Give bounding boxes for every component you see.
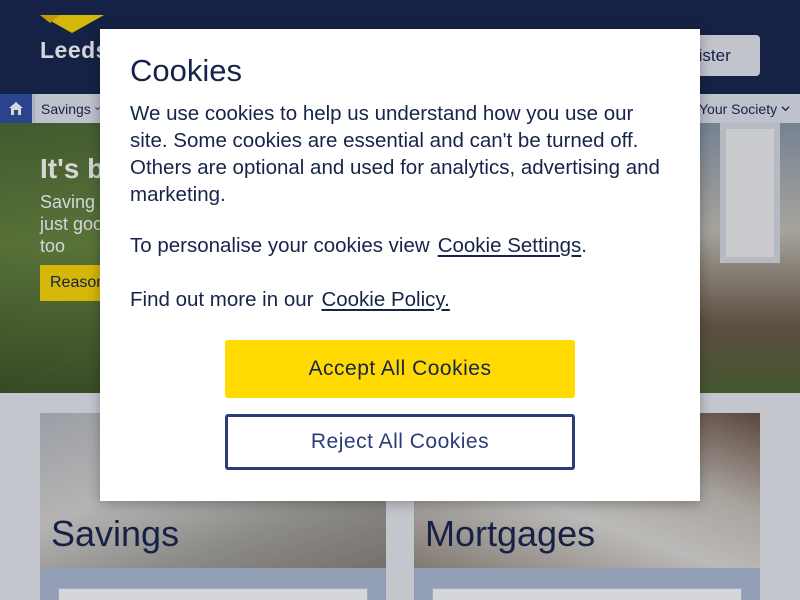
cookie-dialog-body: We use cookies to help us understand how… <box>130 102 660 206</box>
cookie-settings-suffix: . <box>581 234 587 257</box>
cookie-settings-line: To personalise your cookies view Cookie S… <box>130 234 587 258</box>
cookie-settings-prefix: To personalise your cookies view <box>130 234 430 257</box>
cookie-consent-dialog: Cookies We use cookies to help us unders… <box>100 29 700 501</box>
cookie-policy-line: Find out more in our Cookie Policy. <box>130 288 450 312</box>
accept-all-cookies-button[interactable]: Accept All Cookies <box>225 340 575 398</box>
reject-all-cookies-button[interactable]: Reject All Cookies <box>225 414 575 470</box>
cookie-settings-link[interactable]: Cookie Settings <box>438 234 582 257</box>
cookie-dialog-title: Cookies <box>130 53 242 88</box>
cookie-policy-prefix: Find out more in our <box>130 288 314 311</box>
cookie-policy-link[interactable]: Cookie Policy. <box>321 288 449 311</box>
